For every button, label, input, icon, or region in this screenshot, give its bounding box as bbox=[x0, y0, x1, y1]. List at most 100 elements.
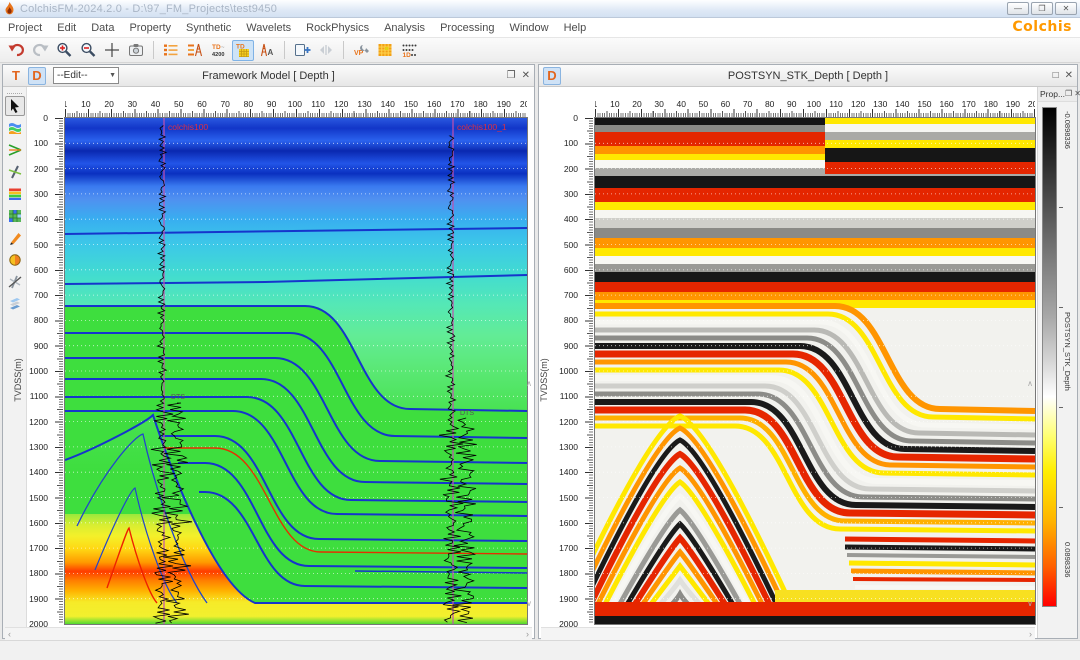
well-tops-icon bbox=[187, 42, 203, 58]
zoom-in-button[interactable] bbox=[53, 40, 75, 61]
framework-model-window: T D --Edit--▼ Framework Model [ Depth ] … bbox=[2, 64, 535, 639]
menu-analysis[interactable]: Analysis bbox=[384, 22, 425, 34]
paint-bucket-icon bbox=[7, 252, 23, 268]
tab-d-right[interactable]: D bbox=[543, 67, 561, 85]
crosshair-button[interactable] bbox=[101, 40, 123, 61]
td-log-button[interactable]: A bbox=[256, 40, 278, 61]
window-title: ColchisFM-2024.2.0 - D:\97_FM_Projects\t… bbox=[20, 3, 277, 15]
fill-region-tool-button[interactable] bbox=[5, 250, 25, 270]
main-toolbar: TD~4200 TD A VP 1D bbox=[0, 38, 1080, 63]
well-tops-button[interactable] bbox=[184, 40, 206, 61]
close-button[interactable]: ✕ bbox=[1055, 2, 1077, 15]
zoom-in-icon bbox=[56, 42, 72, 58]
menu-wavelets[interactable]: Wavelets bbox=[246, 22, 291, 34]
zoom-out-button[interactable] bbox=[77, 40, 99, 61]
right-hscrollbar[interactable]: › bbox=[541, 627, 1035, 640]
fault-toggle-tool-button[interactable] bbox=[5, 272, 25, 292]
log-label-dts-2: DTS bbox=[460, 410, 474, 417]
seismic-image bbox=[595, 118, 1035, 624]
seismic-top-stripes bbox=[595, 118, 1035, 308]
scroll-down-arrow-left-panel[interactable]: ∨ bbox=[526, 599, 532, 608]
svg-text:VP: VP bbox=[354, 50, 364, 57]
postsyn-stk-title: POSTSYN_STK_Depth [ Depth ] bbox=[539, 70, 1077, 82]
menu-property[interactable]: Property bbox=[129, 22, 171, 34]
well-list-button[interactable] bbox=[160, 40, 182, 61]
layer-cake-tool-button[interactable] bbox=[5, 294, 25, 314]
seismic-deep-flats bbox=[845, 539, 1035, 588]
framework-model-header[interactable]: T D --Edit--▼ Framework Model [ Depth ] … bbox=[3, 65, 534, 87]
restore-button[interactable]: ❐ bbox=[1031, 2, 1053, 15]
scroll-down-arrow-right-panel[interactable]: ∨ bbox=[1027, 599, 1033, 608]
grid-property-tool-button[interactable] bbox=[5, 206, 25, 226]
menu-help[interactable]: Help bbox=[564, 22, 587, 34]
redo-button[interactable] bbox=[29, 40, 51, 61]
tab-d-left[interactable]: D bbox=[28, 67, 46, 85]
minimize-button[interactable]: — bbox=[1007, 2, 1029, 15]
left-hscrollbar[interactable]: ‹ › bbox=[5, 627, 532, 640]
td-4200-icon: TD~4200 bbox=[211, 42, 228, 58]
layer-cake-icon bbox=[7, 296, 23, 312]
tab-t[interactable]: T bbox=[7, 67, 25, 85]
undo-icon bbox=[8, 42, 25, 58]
select-tool-button[interactable] bbox=[5, 96, 25, 116]
link-views-icon bbox=[318, 42, 334, 58]
horizon-edit-tool-button[interactable] bbox=[5, 118, 25, 138]
menu-window[interactable]: Window bbox=[509, 22, 548, 34]
menu-synthetic[interactable]: Synthetic bbox=[186, 22, 231, 34]
pencil-icon bbox=[7, 230, 23, 246]
svg-text:~: ~ bbox=[221, 45, 225, 51]
layer-stack-tool-button[interactable] bbox=[5, 184, 25, 204]
chevron-down-icon: ▼ bbox=[109, 72, 116, 79]
maximize-panel-icon[interactable]: □ bbox=[1053, 68, 1059, 84]
horizon-layers-icon bbox=[7, 120, 23, 136]
fault-edit-tool-button[interactable] bbox=[5, 162, 25, 182]
velocity-model-image: colchis100 DTS colchis100_1 DTS bbox=[65, 118, 527, 624]
right-y-axis-name: TVDSS(m) bbox=[539, 358, 549, 402]
close-panel-icon[interactable]: ✕ bbox=[522, 68, 530, 84]
scroll-up-arrow-left-panel[interactable]: ∧ bbox=[526, 379, 532, 388]
menu-project[interactable]: Project bbox=[8, 22, 42, 34]
snapshot-button[interactable] bbox=[125, 40, 147, 61]
vp-tools-button[interactable]: VP bbox=[350, 40, 372, 61]
float-panel-icon[interactable]: ❐ bbox=[507, 68, 516, 84]
property-grid-icon bbox=[377, 42, 393, 58]
svg-text:TD: TD bbox=[212, 44, 221, 51]
svg-text:1D: 1D bbox=[402, 52, 411, 58]
link-views-button[interactable] bbox=[315, 40, 337, 61]
toolbar-drag-handle[interactable] bbox=[7, 88, 22, 94]
pencil-edit-tool-button[interactable] bbox=[5, 228, 25, 248]
strata-icon bbox=[7, 186, 23, 202]
pinchout-tool-button[interactable] bbox=[5, 140, 25, 160]
colorbar-min-value: 0.0898336 bbox=[1063, 542, 1072, 577]
property-grid-button[interactable] bbox=[374, 40, 396, 61]
window-titlebar: ColchisFM-2024.2.0 - D:\97_FM_Projects\t… bbox=[0, 0, 1080, 18]
close-panel-icon-right[interactable]: ✕ bbox=[1065, 68, 1073, 84]
scroll-up-arrow-right-panel[interactable]: ∧ bbox=[1027, 379, 1033, 388]
td-4200-button[interactable]: TD~4200 bbox=[208, 40, 230, 61]
property-grid-small-icon bbox=[7, 208, 23, 224]
redo-icon bbox=[32, 42, 49, 58]
split-add-icon bbox=[294, 42, 311, 58]
menu-data[interactable]: Data bbox=[91, 22, 114, 34]
split-add-button[interactable] bbox=[291, 40, 313, 61]
menu-rockphysics[interactable]: RockPhysics bbox=[306, 22, 369, 34]
colorbar-float-icon[interactable]: ❐ bbox=[1065, 86, 1072, 102]
app-flame-icon bbox=[4, 2, 15, 15]
undo-button[interactable] bbox=[5, 40, 27, 61]
colorbar-close-icon[interactable]: ✕ bbox=[1074, 86, 1080, 102]
colorbar-panel-header[interactable]: Prop... ❐ ✕ bbox=[1038, 87, 1077, 102]
framework-model-view[interactable]: colchis100 DTS colchis100_1 DTS bbox=[64, 117, 528, 625]
postsyn-stk-view[interactable] bbox=[594, 117, 1036, 625]
left-x-ruler: 1102030405060708090100110120130140150160… bbox=[65, 100, 527, 117]
right-x-ruler: 1102030405060708090100110120130140150160… bbox=[595, 100, 1035, 117]
multi-1d-button[interactable]: 1D bbox=[398, 40, 420, 61]
postsyn-stk-header[interactable]: D POSTSYN_STK_Depth [ Depth ] □ ✕ bbox=[539, 65, 1077, 87]
td-grid-button[interactable]: TD bbox=[232, 40, 254, 61]
postsyn-stk-window: D POSTSYN_STK_Depth [ Depth ] □ ✕ TVDSS(… bbox=[538, 64, 1078, 639]
edit-mode-select[interactable]: --Edit--▼ bbox=[53, 67, 119, 84]
zoom-out-icon bbox=[80, 42, 96, 58]
colorbar-panel-title: Prop... bbox=[1040, 89, 1065, 99]
menubar: Project Edit Data Property Synthetic Wav… bbox=[0, 18, 1080, 38]
menu-processing[interactable]: Processing bbox=[440, 22, 494, 34]
menu-edit[interactable]: Edit bbox=[57, 22, 76, 34]
